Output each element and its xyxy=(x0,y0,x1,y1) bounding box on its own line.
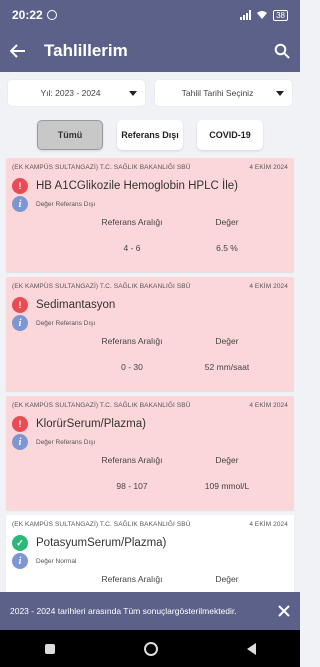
result-date: 4 EKİM 2024 xyxy=(249,164,288,171)
chip-out-of-range[interactable]: Referans Dışı xyxy=(117,120,183,150)
warning-icon: ! xyxy=(12,178,28,194)
system-nav-bar xyxy=(0,630,300,667)
result-date: 4 EKİM 2024 xyxy=(249,283,288,290)
chip-all[interactable]: Tümü xyxy=(37,120,103,150)
info-icon[interactable]: i xyxy=(12,315,28,331)
status-bar: 20:22 38 xyxy=(0,0,300,30)
result-value: 109 mmol/L xyxy=(204,481,250,491)
result-value: 6.5 % xyxy=(216,243,238,253)
test-name: HB A1CGlikozile Hemoglobin HPLC İle) xyxy=(36,180,238,192)
date-dropdown[interactable]: Tahlil Tarihi Seçiniz xyxy=(155,80,292,106)
result-card[interactable]: (EK KAMPÜS SULTANGAZİ) T.C. SAĞLIK BAKAN… xyxy=(6,396,294,510)
app-bar: Tahlillerim xyxy=(0,30,300,72)
result-status: Değer Referans Dışı xyxy=(36,200,96,208)
hospital-name: (EK KAMPÜS SULTANGAZİ) T.C. SAĞLIK BAKAN… xyxy=(12,402,191,409)
result-card[interactable]: (EK KAMPÜS SULTANGAZİ) T.C. SAĞLIK BAKAN… xyxy=(6,158,294,272)
search-icon[interactable] xyxy=(274,43,290,59)
value-header: Değer xyxy=(215,455,239,465)
page-title: Tahlillerim xyxy=(44,41,128,60)
signal-icon xyxy=(240,10,252,20)
back-arrow-icon[interactable] xyxy=(10,44,26,58)
value-header: Değer xyxy=(215,574,239,584)
reference-header: Referans Aralığı xyxy=(101,217,163,227)
hospital-name: (EK KAMPÜS SULTANGAZİ) T.C. SAĞLIK BAKAN… xyxy=(12,283,191,290)
caret-down-icon xyxy=(129,90,137,96)
reference-range: 0 - 30 xyxy=(121,362,143,372)
info-icon[interactable]: i xyxy=(12,196,28,212)
wifi-icon xyxy=(257,11,268,19)
warning-icon: ! xyxy=(12,416,28,432)
results-list: (EK KAMPÜS SULTANGAZİ) T.C. SAĞLIK BAKAN… xyxy=(6,158,294,640)
result-value: 52 mm/saat xyxy=(204,362,250,372)
recent-apps-icon[interactable] xyxy=(44,643,55,654)
result-card[interactable]: (EK KAMPÜS SULTANGAZİ) T.C. SAĞLIK BAKAN… xyxy=(6,277,294,391)
year-dropdown[interactable]: Yıl: 2023 - 2024 xyxy=(8,80,145,106)
warning-icon: ! xyxy=(12,297,28,313)
close-icon[interactable] xyxy=(278,605,290,617)
value-header: Değer xyxy=(215,217,239,227)
value-header: Değer xyxy=(215,336,239,346)
test-name: PotasyumSerum/Plazma) xyxy=(36,537,167,549)
filter-chips: Tümü Referans Dışı COVID-19 xyxy=(0,120,300,150)
caret-down-icon xyxy=(276,90,284,96)
result-status: Değer Referans Dışı xyxy=(36,438,96,446)
snackbar-message: 2023 - 2024 tarihleri arasında Tüm sonuç… xyxy=(10,605,237,616)
home-icon[interactable] xyxy=(143,641,158,656)
hospital-name: (EK KAMPÜS SULTANGAZİ) T.C. SAĞLIK BAKAN… xyxy=(12,164,191,171)
reference-range: 98 - 107 xyxy=(116,481,148,491)
reference-header: Referans Aralığı xyxy=(101,574,163,584)
date-dropdown-value: Tahlil Tarihi Seçiniz xyxy=(181,88,254,98)
result-date: 4 EKİM 2024 xyxy=(249,521,288,528)
chip-covid[interactable]: COVID-19 xyxy=(197,120,263,150)
snackbar: 2023 - 2024 tarihleri arasında Tüm sonuç… xyxy=(0,592,300,630)
result-status: Değer Normal xyxy=(36,557,77,565)
result-date: 4 EKİM 2024 xyxy=(249,402,288,409)
battery-icon: 38 xyxy=(273,9,288,21)
hospital-name: (EK KAMPÜS SULTANGAZİ) T.C. SAĞLIK BAKAN… xyxy=(12,521,191,528)
filter-bar: Yıl: 2023 - 2024 Tahlil Tarihi Seçiniz xyxy=(8,80,292,106)
check-icon: ✓ xyxy=(12,535,28,551)
back-icon[interactable] xyxy=(246,642,256,655)
info-icon[interactable]: i xyxy=(12,434,28,450)
reference-header: Referans Aralığı xyxy=(101,455,163,465)
reference-range: 4 - 6 xyxy=(123,243,141,253)
test-name: KlorürSerum/Plazma) xyxy=(36,418,146,430)
reference-header: Referans Aralığı xyxy=(101,336,163,346)
info-icon[interactable]: i xyxy=(12,553,28,569)
year-dropdown-value: Yıl: 2023 - 2024 xyxy=(40,88,101,98)
status-time: 20:22 xyxy=(12,8,43,22)
whatsapp-notification-icon xyxy=(46,10,57,20)
result-status: Değer Referans Dışı xyxy=(36,319,96,327)
test-name: Sedimantasyon xyxy=(36,299,116,311)
